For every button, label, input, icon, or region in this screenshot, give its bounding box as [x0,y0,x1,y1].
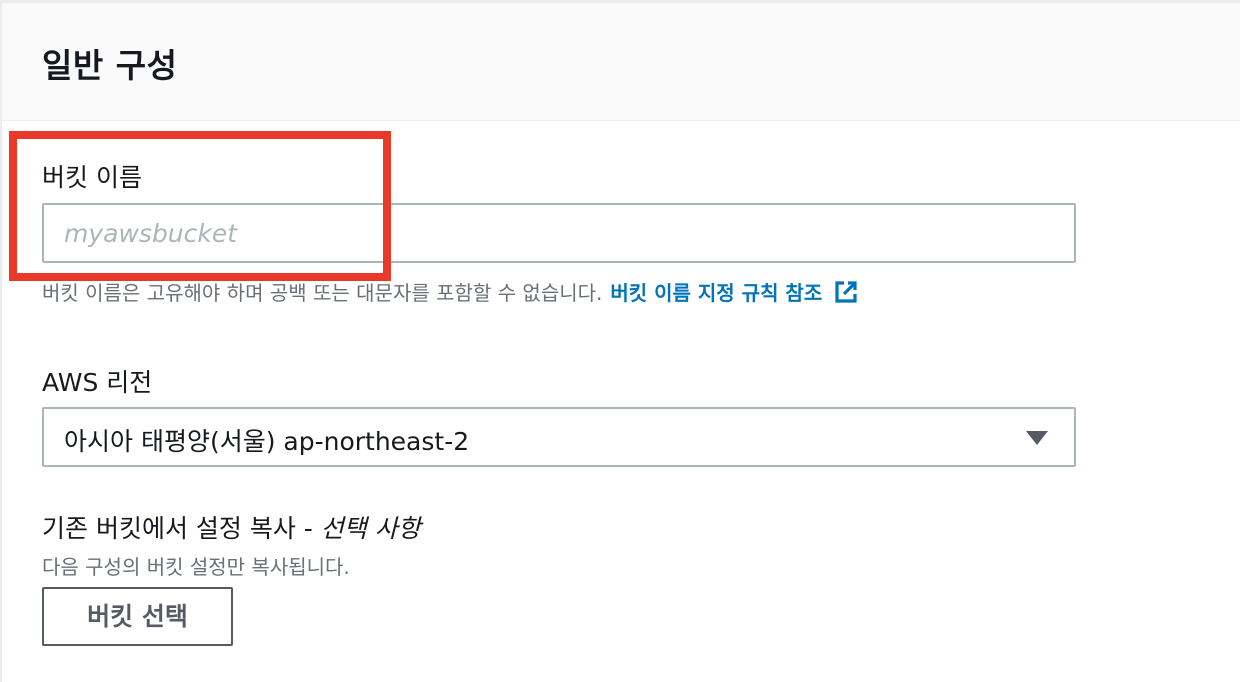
bucket-name-hint-text: 버킷 이름은 고유해야 하며 공백 또는 대문자를 포함할 수 없습니다. [42,281,603,305]
general-configuration-panel: 일반 구성 버킷 이름 버킷 이름은 고유해야 하며 공백 또는 대문자를 포함… [0,0,1240,682]
naming-rules-link-label: 버킷 이름 지정 규칙 참조 [610,281,823,305]
region-label: AWS 리전 [42,368,153,397]
copy-settings-label: 기존 버킷에서 설정 복사 - 선택 사항 [42,509,421,545]
copy-settings-description: 다음 구성의 버킷 설정만 복사됩니다. [42,555,350,579]
naming-rules-link[interactable]: 버킷 이름 지정 규칙 참조 [610,281,860,305]
external-link-icon [835,281,857,303]
panel-title: 일반 구성 [42,46,178,85]
optional-tag: 선택 사항 [320,514,421,543]
caret-down-icon [1026,431,1048,445]
bucket-name-label: 버킷 이름 [42,163,142,192]
copy-settings-label-text: 기존 버킷에서 설정 복사 - [42,514,313,543]
region-select[interactable]: 아시아 태평양(서울) ap-northeast-2 [42,407,1076,467]
bucket-name-hint: 버킷 이름은 고유해야 하며 공백 또는 대문자를 포함할 수 없습니다. 버킷 … [42,277,860,306]
region-selected-value: 아시아 태평양(서울) ap-northeast-2 [64,427,470,456]
panel-header: 일반 구성 [2,3,1240,121]
choose-bucket-button[interactable]: 버킷 선택 [42,587,233,646]
bucket-name-input[interactable] [42,203,1076,263]
